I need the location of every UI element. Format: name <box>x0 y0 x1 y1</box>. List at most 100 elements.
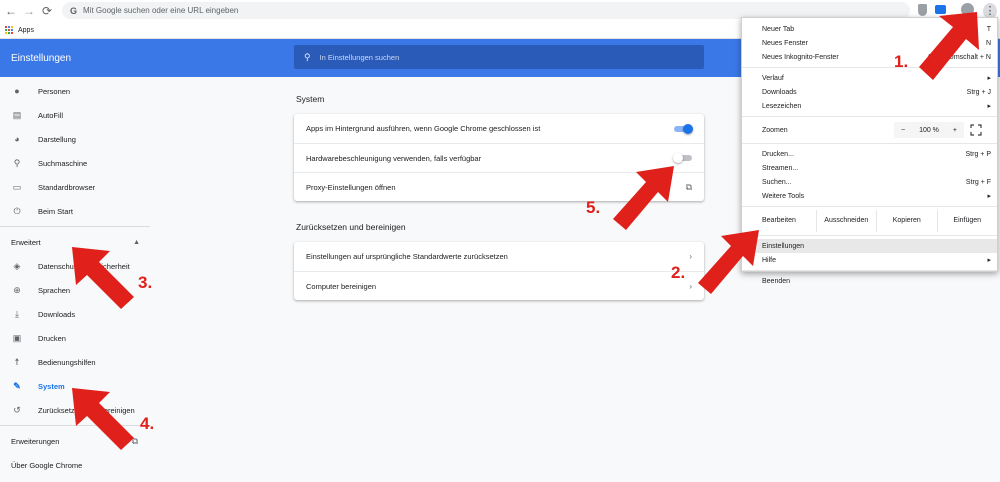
menu-item-print[interactable]: Drucken... Strg + P <box>742 147 997 161</box>
zoom-level: 100 % <box>919 126 939 134</box>
setting-label: Computer bereinigen <box>306 281 377 291</box>
background-apps-toggle[interactable] <box>674 123 693 134</box>
google-g-icon: G <box>70 5 78 16</box>
wrench-icon: ✎ <box>13 380 21 391</box>
menu-item-bookmarks[interactable]: Lesezeichen ▸ <box>742 99 997 113</box>
history-icon: ↺ <box>13 404 21 415</box>
reload-icon[interactable]: ⟳ <box>38 2 56 20</box>
menu-shortcut: Strg + P <box>965 150 991 158</box>
page-title: Einstellungen <box>11 53 72 64</box>
sidebar-item-autofill[interactable]: ▤ AutoFill <box>0 103 150 127</box>
sidebar-item-drucken[interactable]: ▣ Drucken <box>0 326 150 350</box>
omnibox-placeholder: Mit Google suchen oder eine URL eingeben <box>83 6 239 15</box>
menu-item-exit[interactable]: Beenden <box>742 274 997 288</box>
menu-item-find[interactable]: Suchen... Strg + F <box>742 175 997 189</box>
power-icon: ⏻ <box>13 205 21 216</box>
annotation-label-2: 2. <box>671 263 686 282</box>
zoom-control: − 100 % + <box>894 122 964 138</box>
menu-item-label: Weitere Tools <box>762 192 805 200</box>
sidebar-item-label: Erweiterungen <box>11 436 60 446</box>
annotation-label-3: 3. <box>138 273 153 292</box>
menu-edit-row: Bearbeiten Ausschneiden Kopieren Einfüge… <box>742 210 997 232</box>
sidebar-item-personen[interactable]: ● Personen <box>0 79 150 103</box>
menu-item-cast[interactable]: Streamen... <box>742 161 997 175</box>
menu-item-label: Drucken... <box>762 150 794 158</box>
menu-divider <box>742 270 997 271</box>
setting-row-background-apps[interactable]: Apps im Hintergrund ausführen, wenn Goog… <box>294 114 704 143</box>
section-title-system: System <box>296 94 325 104</box>
annotation-label-4: 4. <box>140 414 155 433</box>
menu-item-downloads[interactable]: Downloads Strg + J <box>742 85 997 99</box>
browser-icon: ▭ <box>12 181 22 192</box>
sidebar-item-label: Beim Start <box>38 206 74 216</box>
sidebar-item-suchmaschine[interactable]: ⚲ Suchmaschine <box>0 151 150 175</box>
sidebar-item-label: Darstellung <box>38 134 76 144</box>
sidebar-advanced-label: Erweitert <box>11 237 41 247</box>
clipboard-icon: ▤ <box>12 109 22 120</box>
search-icon: ⚲ <box>304 51 311 62</box>
search-icon: ⚲ <box>13 157 21 168</box>
menu-divider <box>742 206 997 207</box>
fullscreen-icon[interactable] <box>970 124 982 136</box>
submenu-arrow-icon: ▸ <box>987 193 991 200</box>
sidebar-item-beim-start[interactable]: ⏻ Beim Start <box>0 199 150 223</box>
accessibility-icon: ☨ <box>14 356 20 367</box>
zoom-in-button[interactable]: + <box>953 127 957 134</box>
menu-item-label: Neues Fenster <box>762 39 808 47</box>
bookmark-apps[interactable]: Apps <box>18 27 34 34</box>
annotation-label-1: 1. <box>894 52 909 71</box>
menu-item-label: Lesezeichen <box>762 102 802 110</box>
copy-button[interactable]: Kopieren <box>876 210 936 232</box>
paste-button[interactable]: Einfügen <box>936 210 997 232</box>
sidebar-item-bedienungshilfen[interactable]: ☨ Bedienungshilfen <box>0 350 150 374</box>
menu-shortcut: Strg + F <box>965 178 991 186</box>
external-link-icon[interactable]: ⧉ <box>686 182 692 193</box>
sidebar-item-about[interactable]: Über Google Chrome <box>0 453 150 477</box>
sidebar-item-label: Über Google Chrome <box>11 460 83 470</box>
menu-item-label: Neues Inkognito-Fenster <box>762 53 839 61</box>
apps-grid-icon[interactable] <box>5 26 13 34</box>
menu-divider <box>742 235 997 236</box>
menu-item-label: Streamen... <box>762 164 799 172</box>
menu-item-label: Beenden <box>762 277 791 285</box>
back-icon[interactable]: ← <box>2 2 20 20</box>
menu-shortcut: Strg + J <box>966 88 991 96</box>
submenu-arrow-icon: ▸ <box>987 257 991 264</box>
menu-item-label: Downloads <box>762 88 797 96</box>
sidebar-item-label: Bedienungshilfen <box>38 357 96 367</box>
cut-button[interactable]: Ausschneiden <box>815 210 876 232</box>
setting-label: Einstellungen auf ursprüngliche Standard… <box>306 252 508 261</box>
sidebar-item-label: Suchmaschine <box>38 158 88 168</box>
shield-icon: ◈ <box>13 260 21 271</box>
sidebar-item-label: System <box>38 381 65 391</box>
setting-row-cleanup[interactable]: Computer bereinigen › <box>294 271 704 300</box>
annotation-arrow-3 <box>72 247 134 309</box>
sidebar-item-label: Standardbrowser <box>38 182 96 192</box>
download-icon: ⤓ <box>15 308 19 319</box>
zoom-out-button[interactable]: − <box>901 127 905 134</box>
sidebar-item-label: Drucken <box>38 333 66 343</box>
menu-item-help[interactable]: Hilfe ▸ <box>742 253 997 267</box>
sidebar-item-darstellung[interactable]: ◕ Darstellung <box>0 127 150 151</box>
printer-icon: ▣ <box>12 332 22 343</box>
menu-item-label: Hilfe <box>762 256 777 264</box>
menu-item-settings[interactable]: Einstellungen <box>742 239 997 253</box>
forward-icon[interactable]: → <box>20 2 38 20</box>
menu-divider <box>742 143 997 144</box>
palette-icon: ◕ <box>14 134 20 144</box>
menu-item-more-tools[interactable]: Weitere Tools ▸ <box>742 189 997 203</box>
sidebar-item-standardbrowser[interactable]: ▭ Standardbrowser <box>0 175 150 199</box>
setting-label: Proxy-Einstellungen öffnen <box>306 182 396 192</box>
menu-divider <box>742 116 997 117</box>
settings-search-placeholder: In Einstellungen suchen <box>319 52 400 62</box>
hardware-acceleration-toggle[interactable] <box>673 153 692 163</box>
setting-label: Hardwarebeschleunigung verwenden, falls … <box>306 153 482 163</box>
settings-search-input[interactable]: ⚲ In Einstellungen suchen <box>294 45 704 69</box>
setting-label: Apps im Hintergrund ausführen, wenn Goog… <box>306 124 541 133</box>
sidebar-item-label: Personen <box>38 86 71 96</box>
setting-row-reset-defaults[interactable]: Einstellungen auf ursprüngliche Standard… <box>294 242 704 271</box>
menu-item-label: Zoomen <box>762 126 788 134</box>
chevron-right-icon: › <box>689 281 692 291</box>
reset-card: Einstellungen auf ursprüngliche Standard… <box>294 242 704 300</box>
sidebar-item-label: Sprachen <box>38 285 71 295</box>
